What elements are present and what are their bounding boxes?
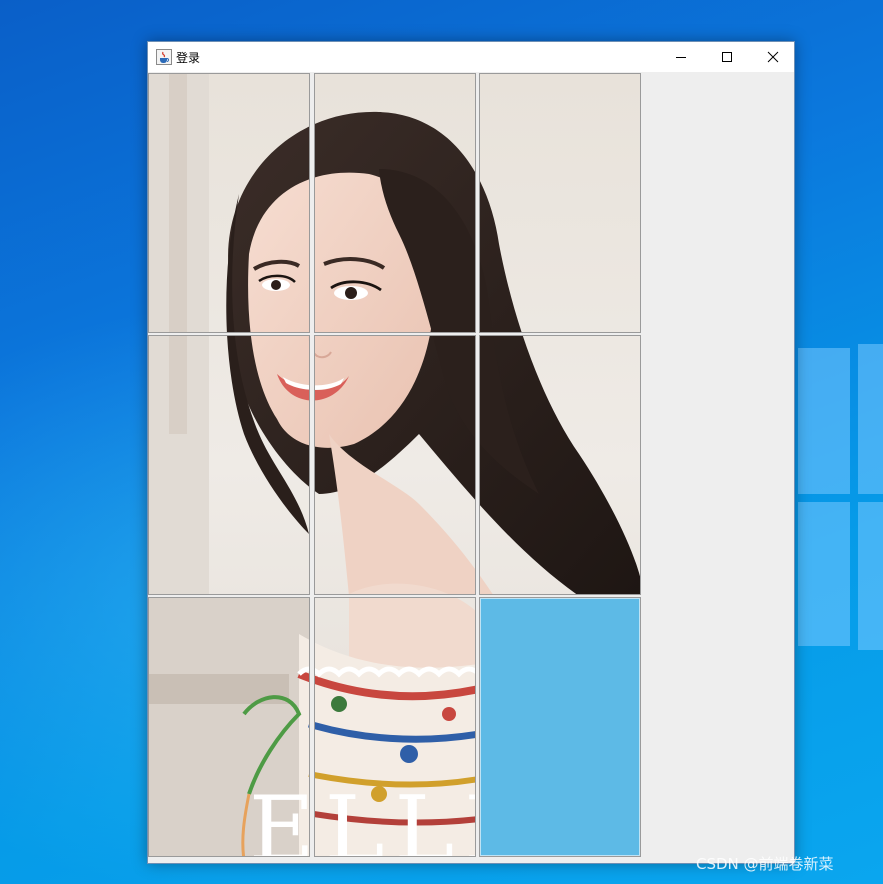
windows-logo-pane xyxy=(858,344,883,494)
puzzle-tile[interactable] xyxy=(148,73,310,333)
puzzle-tile[interactable] xyxy=(314,73,476,333)
close-icon xyxy=(767,51,779,63)
puzzle-board: ELLE xyxy=(148,73,642,859)
close-button[interactable] xyxy=(750,42,796,72)
title-bar[interactable]: 登录 xyxy=(148,42,794,72)
windows-logo-pane xyxy=(858,502,883,650)
window-title: 登录 xyxy=(176,50,201,65)
puzzle-tile[interactable] xyxy=(148,335,310,595)
desktop: 登录 CSDN @前端卷新菜 xyxy=(0,0,883,884)
puzzle-blank-tile[interactable] xyxy=(479,597,641,857)
windows-logo-pane xyxy=(798,502,850,646)
minimize-icon xyxy=(676,57,686,58)
watermark: CSDN @前端卷新菜 xyxy=(696,855,834,873)
puzzle-tile[interactable] xyxy=(314,597,476,857)
java-cup-icon xyxy=(156,49,172,65)
puzzle-tile[interactable] xyxy=(479,73,641,333)
puzzle-tile[interactable] xyxy=(314,335,476,595)
maximize-button[interactable] xyxy=(704,42,750,72)
maximize-icon xyxy=(722,52,732,62)
puzzle-tile[interactable] xyxy=(148,597,310,857)
windows-logo-pane xyxy=(798,348,850,494)
login-window: 登录 xyxy=(147,41,795,864)
minimize-button[interactable] xyxy=(658,42,704,72)
puzzle-tile[interactable] xyxy=(479,335,641,595)
